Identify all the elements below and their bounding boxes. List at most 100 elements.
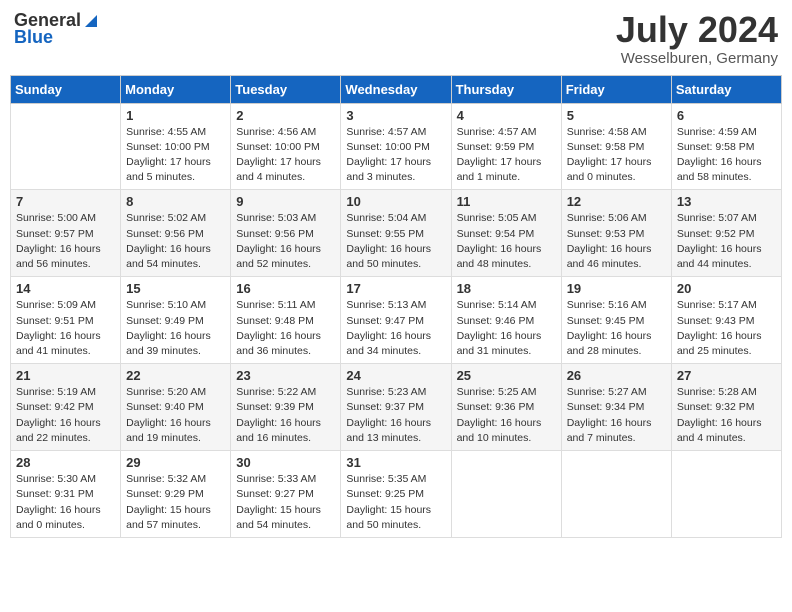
- day-info: Sunrise: 5:19 AMSunset: 9:42 PMDaylight:…: [16, 385, 115, 446]
- calendar-cell: 3Sunrise: 4:57 AMSunset: 10:00 PMDayligh…: [341, 103, 451, 190]
- day-info: Sunrise: 5:09 AMSunset: 9:51 PMDaylight:…: [16, 298, 115, 359]
- day-number: 12: [567, 194, 666, 209]
- calendar-cell: 19Sunrise: 5:16 AMSunset: 9:45 PMDayligh…: [561, 277, 671, 364]
- day-info: Sunrise: 4:59 AMSunset: 9:58 PMDaylight:…: [677, 125, 776, 186]
- day-number: 2: [236, 108, 335, 123]
- day-info: Sunrise: 4:55 AMSunset: 10:00 PMDaylight…: [126, 125, 225, 186]
- calendar-cell: 26 Sunrise: 5:27 AMSunset: 9:34 PMDayligh…: [561, 364, 671, 451]
- day-number: 26: [567, 368, 666, 383]
- title-area: July 2024 Wesselburen, Germany: [616, 10, 778, 67]
- calendar-week-row: 14 Sunrise: 5:09 AMSunset: 9:51 PMDayligh…: [11, 277, 782, 364]
- calendar-cell: 6Sunrise: 4:59 AMSunset: 9:58 PMDaylight…: [671, 103, 781, 190]
- day-info: Sunrise: 5:05 AMSunset: 9:54 PMDaylight:…: [457, 211, 556, 272]
- day-info: Sunrise: 5:33 AMSunset: 9:27 PMDaylight:…: [236, 472, 335, 533]
- calendar-cell: 5 Sunrise: 4:58 AMSunset: 9:58 PMDaylight…: [561, 103, 671, 190]
- day-number: 31: [346, 455, 445, 470]
- day-number: 8: [126, 194, 225, 209]
- weekday-header-friday: Friday: [561, 75, 671, 103]
- calendar-cell: 12Sunrise: 5:06 AMSunset: 9:53 PMDayligh…: [561, 190, 671, 277]
- day-info: Sunrise: 5:04 AMSunset: 9:55 PMDaylight:…: [346, 211, 445, 272]
- day-number: 30: [236, 455, 335, 470]
- day-info: Sunrise: 5:03 AMSunset: 9:56 PMDaylight:…: [236, 211, 335, 272]
- calendar-week-row: 7Sunrise: 5:00 AMSunset: 9:57 PMDaylight…: [11, 190, 782, 277]
- logo: General Blue: [14, 10, 99, 48]
- day-number: 22: [126, 368, 225, 383]
- calendar-cell: 20Sunrise: 5:17 AMSunset: 9:43 PMDayligh…: [671, 277, 781, 364]
- calendar-cell: 4Sunrise: 4:57 AMSunset: 9:59 PMDaylight…: [451, 103, 561, 190]
- day-info: Sunrise: 4:57 AMSunset: 10:00 PMDaylight…: [346, 125, 445, 186]
- calendar-cell: 8Sunrise: 5:02 AMSunset: 9:56 PMDaylight…: [121, 190, 231, 277]
- day-info: Sunrise: 5:25 AMSunset: 9:36 PMDaylight:…: [457, 385, 556, 446]
- day-number: 19: [567, 281, 666, 296]
- day-info: Sunrise: 5:23 AMSunset: 9:37 PMDaylight:…: [346, 385, 445, 446]
- weekday-header-row: SundayMondayTuesdayWednesdayThursdayFrid…: [11, 75, 782, 103]
- day-info: Sunrise: 5:10 AMSunset: 9:49 PMDaylight:…: [126, 298, 225, 359]
- day-info: Sunrise: 5:13 AMSunset: 9:47 PMDaylight:…: [346, 298, 445, 359]
- weekday-header-monday: Monday: [121, 75, 231, 103]
- calendar-cell: [11, 103, 121, 190]
- calendar-cell: 9 Sunrise: 5:03 AMSunset: 9:56 PMDaylight…: [231, 190, 341, 277]
- calendar-cell: 28Sunrise: 5:30 AMSunset: 9:31 PMDayligh…: [11, 451, 121, 538]
- calendar-cell: [671, 451, 781, 538]
- calendar-cell: 21 Sunrise: 5:19 AMSunset: 9:42 PMDayligh…: [11, 364, 121, 451]
- day-number: 9: [236, 194, 335, 209]
- calendar-cell: 25 Sunrise: 5:25 AMSunset: 9:36 PMDayligh…: [451, 364, 561, 451]
- calendar-cell: 23 Sunrise: 5:22 AMSunset: 9:39 PMDayligh…: [231, 364, 341, 451]
- day-number: 17: [346, 281, 445, 296]
- calendar-cell: 24Sunrise: 5:23 AMSunset: 9:37 PMDayligh…: [341, 364, 451, 451]
- calendar-week-row: 28Sunrise: 5:30 AMSunset: 9:31 PMDayligh…: [11, 451, 782, 538]
- calendar-cell: 10 Sunrise: 5:04 AMSunset: 9:55 PMDayligh…: [341, 190, 451, 277]
- calendar-cell: 27 Sunrise: 5:28 AMSunset: 9:32 PMDayligh…: [671, 364, 781, 451]
- day-number: 13: [677, 194, 776, 209]
- weekday-header-wednesday: Wednesday: [341, 75, 451, 103]
- calendar-cell: [561, 451, 671, 538]
- day-number: 20: [677, 281, 776, 296]
- calendar-week-row: 21 Sunrise: 5:19 AMSunset: 9:42 PMDayligh…: [11, 364, 782, 451]
- day-number: 25: [457, 368, 556, 383]
- calendar-cell: 11 Sunrise: 5:05 AMSunset: 9:54 PMDayligh…: [451, 190, 561, 277]
- day-info: Sunrise: 4:56 AMSunset: 10:00 PMDaylight…: [236, 125, 335, 186]
- day-number: 5: [567, 108, 666, 123]
- logo-blue-text: Blue: [14, 27, 53, 48]
- day-number: 18: [457, 281, 556, 296]
- weekday-header-sunday: Sunday: [11, 75, 121, 103]
- day-number: 29: [126, 455, 225, 470]
- day-info: Sunrise: 5:28 AMSunset: 9:32 PMDaylight:…: [677, 385, 776, 446]
- calendar-cell: 22 Sunrise: 5:20 AMSunset: 9:40 PMDayligh…: [121, 364, 231, 451]
- weekday-header-saturday: Saturday: [671, 75, 781, 103]
- calendar-cell: 17 Sunrise: 5:13 AMSunset: 9:47 PMDayligh…: [341, 277, 451, 364]
- calendar-week-row: 1Sunrise: 4:55 AMSunset: 10:00 PMDayligh…: [11, 103, 782, 190]
- calendar-table: SundayMondayTuesdayWednesdayThursdayFrid…: [10, 75, 782, 538]
- day-number: 21: [16, 368, 115, 383]
- weekday-header-thursday: Thursday: [451, 75, 561, 103]
- calendar-cell: 2 Sunrise: 4:56 AMSunset: 10:00 PMDayligh…: [231, 103, 341, 190]
- calendar-cell: 1Sunrise: 4:55 AMSunset: 10:00 PMDayligh…: [121, 103, 231, 190]
- day-info: Sunrise: 5:20 AMSunset: 9:40 PMDaylight:…: [126, 385, 225, 446]
- day-number: 14: [16, 281, 115, 296]
- day-number: 16: [236, 281, 335, 296]
- day-info: Sunrise: 4:58 AMSunset: 9:58 PMDaylight:…: [567, 125, 666, 186]
- day-number: 11: [457, 194, 556, 209]
- day-info: Sunrise: 5:27 AMSunset: 9:34 PMDaylight:…: [567, 385, 666, 446]
- page-header: General Blue July 2024 Wesselburen, Germ…: [10, 10, 782, 67]
- location-subtitle: Wesselburen, Germany: [616, 50, 778, 67]
- day-number: 23: [236, 368, 335, 383]
- day-info: Sunrise: 5:35 AMSunset: 9:25 PMDaylight:…: [346, 472, 445, 533]
- day-info: Sunrise: 5:14 AMSunset: 9:46 PMDaylight:…: [457, 298, 556, 359]
- calendar-cell: 16 Sunrise: 5:11 AMSunset: 9:48 PMDayligh…: [231, 277, 341, 364]
- calendar-cell: 30 Sunrise: 5:33 AMSunset: 9:27 PMDayligh…: [231, 451, 341, 538]
- calendar-cell: 13Sunrise: 5:07 AMSunset: 9:52 PMDayligh…: [671, 190, 781, 277]
- month-year-title: July 2024: [616, 10, 778, 50]
- day-info: Sunrise: 5:11 AMSunset: 9:48 PMDaylight:…: [236, 298, 335, 359]
- day-info: Sunrise: 5:00 AMSunset: 9:57 PMDaylight:…: [16, 211, 115, 272]
- calendar-cell: 7Sunrise: 5:00 AMSunset: 9:57 PMDaylight…: [11, 190, 121, 277]
- calendar-cell: 18 Sunrise: 5:14 AMSunset: 9:46 PMDayligh…: [451, 277, 561, 364]
- calendar-cell: 15Sunrise: 5:10 AMSunset: 9:49 PMDayligh…: [121, 277, 231, 364]
- day-number: 10: [346, 194, 445, 209]
- calendar-cell: 29 Sunrise: 5:32 AMSunset: 9:29 PMDayligh…: [121, 451, 231, 538]
- day-info: Sunrise: 5:22 AMSunset: 9:39 PMDaylight:…: [236, 385, 335, 446]
- day-info: Sunrise: 5:32 AMSunset: 9:29 PMDaylight:…: [126, 472, 225, 533]
- day-number: 27: [677, 368, 776, 383]
- calendar-cell: [451, 451, 561, 538]
- calendar-cell: 14 Sunrise: 5:09 AMSunset: 9:51 PMDayligh…: [11, 277, 121, 364]
